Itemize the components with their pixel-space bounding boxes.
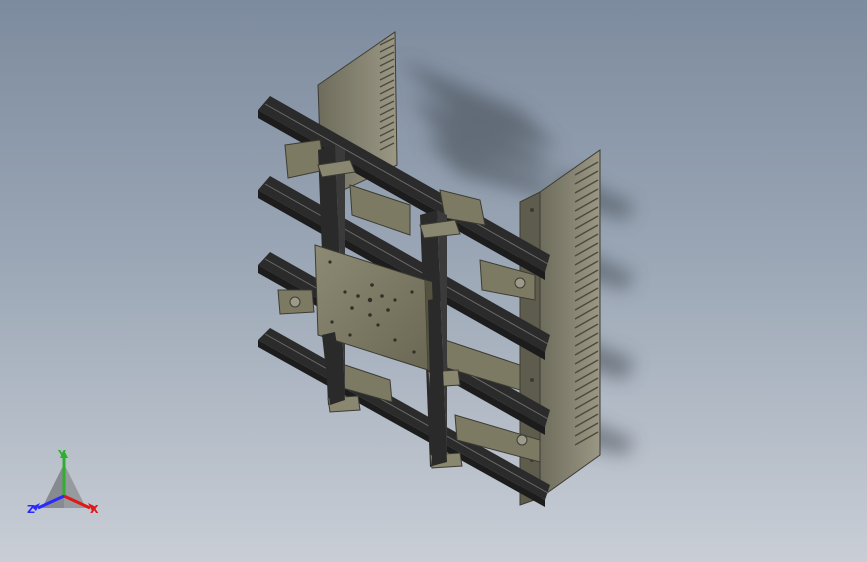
x-axis-label: X bbox=[90, 503, 99, 516]
orientation-triad[interactable]: Y Z X bbox=[22, 446, 106, 526]
y-axis-label: Y bbox=[58, 448, 66, 461]
z-axis-label: Z bbox=[27, 503, 35, 516]
assembly-model[interactable] bbox=[0, 0, 867, 562]
graphics-viewport[interactable]: Y Z X bbox=[0, 0, 867, 562]
